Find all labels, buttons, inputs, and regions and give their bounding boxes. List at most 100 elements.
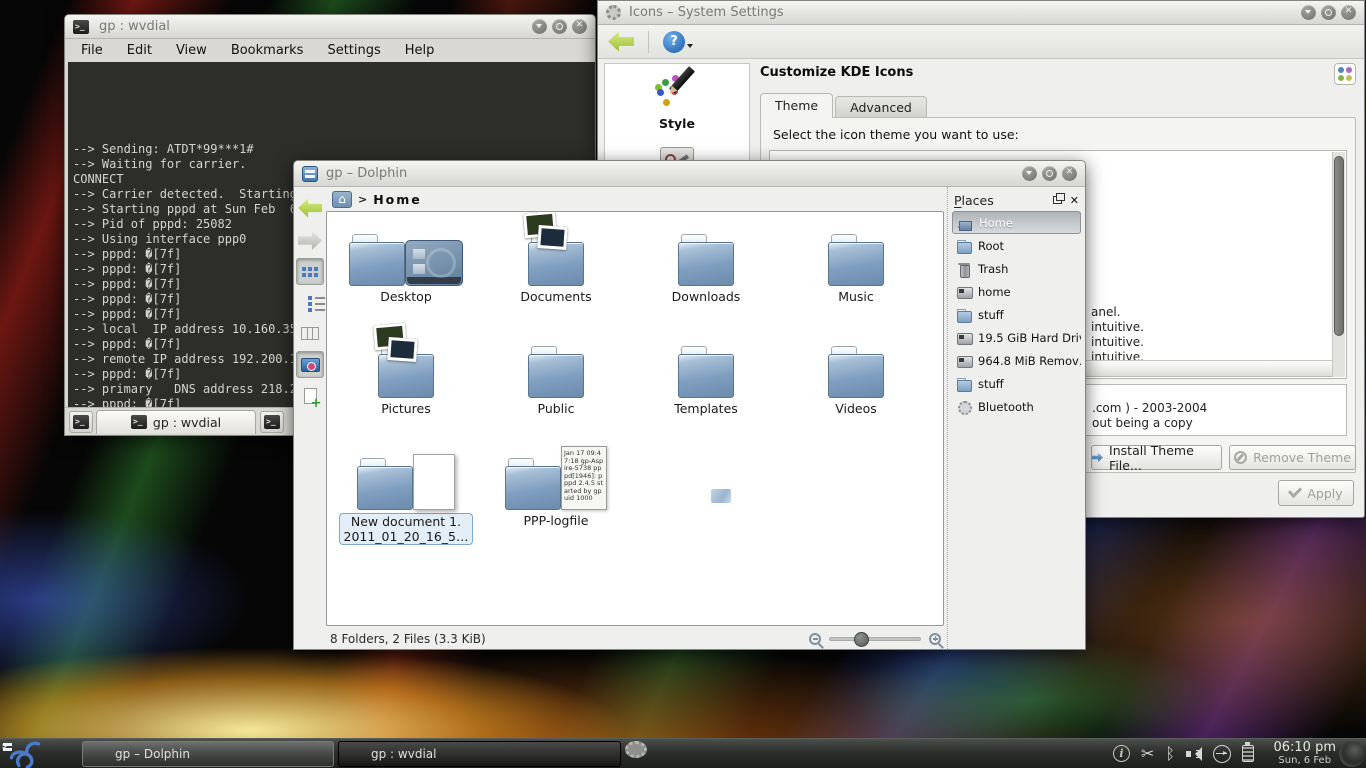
- usb-device-icon[interactable]: [1213, 745, 1231, 763]
- place-icon: [956, 238, 972, 254]
- maximize-button[interactable]: [1321, 5, 1336, 20]
- zoom-slider-handle[interactable]: [854, 632, 869, 647]
- folder-glyph: [828, 242, 884, 286]
- place-icon: [956, 330, 972, 346]
- icons-view-button[interactable]: [296, 258, 324, 285]
- folder-glyph: [357, 466, 413, 510]
- folder-documents[interactable]: Documents: [481, 220, 631, 332]
- file-ppp-logfile[interactable]: Jan 17 09:47:18 gp-Aspire-5738 pppd[1946…: [481, 444, 631, 556]
- settings-titlebar[interactable]: Icons – System Settings: [598, 1, 1364, 25]
- menu-item[interactable]: File: [81, 43, 103, 58]
- close-button[interactable]: [572, 19, 587, 34]
- back-button[interactable]: [608, 32, 634, 52]
- page-title: Customize KDE Icons: [760, 65, 913, 80]
- plasma-cashew-icon[interactable]: [1339, 741, 1365, 767]
- detach-panel-icon[interactable]: [1053, 196, 1062, 204]
- install-theme-button[interactable]: Install Theme File...: [1091, 445, 1222, 470]
- system-tray: i ✂ ᛒ: [1113, 745, 1254, 763]
- toolbar-button-glyph: [308, 296, 312, 300]
- file-icon: [357, 448, 455, 510]
- zoom-in-icon[interactable]: [929, 633, 941, 645]
- tab-list-button[interactable]: >_: [260, 411, 284, 433]
- home-folder-icon[interactable]: ⌂: [332, 191, 352, 208]
- places-item-home-drive[interactable]: home: [952, 280, 1081, 303]
- folder-desktop[interactable]: Desktop: [331, 220, 481, 332]
- place-icon: [957, 215, 973, 231]
- place-label: 964.8 MiB Remov…: [978, 354, 1081, 368]
- menu-item[interactable]: Bookmarks: [231, 43, 304, 58]
- description-line: out being a copy: [1092, 416, 1207, 431]
- task-dolphin[interactable]: gp – Dolphin: [82, 741, 334, 767]
- tab-theme[interactable]: Theme: [760, 93, 833, 118]
- file-icon: [378, 336, 434, 398]
- list-scrollbar[interactable]: [1332, 152, 1345, 377]
- places-item-trash[interactable]: Trash: [952, 257, 1081, 280]
- volume-icon[interactable]: [1186, 747, 1202, 761]
- folder-downloads[interactable]: Downloads: [631, 220, 781, 332]
- overview-icon[interactable]: [1334, 63, 1356, 85]
- menu-item[interactable]: Edit: [127, 43, 152, 58]
- menu-item[interactable]: View: [176, 43, 207, 58]
- dolphin-title: gp – Dolphin: [326, 166, 407, 181]
- close-button[interactable]: [1341, 5, 1356, 20]
- desktop-glyph: [405, 240, 463, 286]
- klipper-scissors-icon[interactable]: ✂: [1141, 745, 1154, 763]
- help-button[interactable]: ?: [663, 31, 685, 53]
- sidebar-item-style[interactable]: Style: [605, 64, 749, 131]
- close-button[interactable]: [1062, 166, 1077, 181]
- zoom-slider[interactable]: [829, 637, 921, 641]
- check-icon: [1288, 484, 1302, 498]
- tab-advanced[interactable]: Advanced: [835, 96, 927, 118]
- konsole-tab[interactable]: >_ gp : wvdial: [96, 410, 256, 434]
- file-new-document[interactable]: New document 1.2011_01_20_16_5…: [331, 444, 481, 556]
- breadcrumb-home[interactable]: Home: [373, 192, 422, 207]
- back-button[interactable]: [296, 193, 324, 223]
- details-view-button[interactable]: [296, 289, 324, 316]
- menu-item[interactable]: Settings: [327, 43, 380, 58]
- clock-widget[interactable]: 06:10 pm Sun, 6 Feb: [1273, 741, 1336, 767]
- file-label: Public: [538, 401, 575, 416]
- folder-view[interactable]: Desktop Documents: [326, 211, 944, 626]
- maximize-button[interactable]: [1042, 166, 1057, 181]
- apply-button[interactable]: Apply: [1278, 480, 1354, 506]
- folder-music[interactable]: Music: [781, 220, 931, 332]
- places-item-home[interactable]: Home: [952, 211, 1081, 234]
- split-view-button[interactable]: [296, 382, 324, 409]
- place-icon: [956, 261, 972, 277]
- bluetooth-icon[interactable]: ᛒ: [1165, 745, 1175, 763]
- forward-button[interactable]: [296, 227, 324, 254]
- place-label: Home: [979, 216, 1013, 230]
- folder-pictures[interactable]: Pictures: [331, 332, 481, 444]
- minimize-button[interactable]: [532, 19, 547, 34]
- minimize-button[interactable]: [1022, 166, 1037, 181]
- info-icon[interactable]: i: [1113, 745, 1130, 762]
- konsole-titlebar[interactable]: >_ gp : wvdial: [65, 15, 595, 39]
- preview-button[interactable]: [296, 351, 324, 378]
- blank-page-glyph: [413, 454, 455, 510]
- places-item-bluetooth[interactable]: Bluetooth: [952, 395, 1081, 418]
- places-item-root[interactable]: Root: [952, 234, 1081, 257]
- new-tab-button[interactable]: >_: [69, 411, 93, 433]
- places-item-removable[interactable]: 964.8 MiB Remov…: [952, 349, 1081, 372]
- places-item-stuff[interactable]: stuff: [952, 303, 1081, 326]
- scrollbar-thumb[interactable]: [1334, 156, 1344, 336]
- zoom-out-icon[interactable]: [809, 633, 821, 645]
- dolphin-icon: [302, 166, 318, 182]
- menu-item[interactable]: Help: [405, 43, 435, 58]
- place-label: Trash: [978, 262, 1008, 276]
- dolphin-titlebar[interactable]: gp – Dolphin: [294, 161, 1085, 187]
- toolbar-button-glyph: [301, 358, 320, 372]
- task-system-settings[interactable]: Icons – System Settings: [625, 741, 647, 758]
- close-panel-icon[interactable]: ✕: [1070, 194, 1079, 207]
- maximize-button[interactable]: [552, 19, 567, 34]
- battery-icon[interactable]: [1242, 745, 1254, 762]
- places-item-stuff-2[interactable]: stuff: [952, 372, 1081, 395]
- task-wvdial[interactable]: gp : wvdial: [338, 741, 621, 767]
- folder-templates[interactable]: Templates: [631, 332, 781, 444]
- places-item-hard-drive[interactable]: 19.5 GiB Hard Drive: [952, 326, 1081, 349]
- remove-theme-button[interactable]: Remove Theme: [1229, 445, 1356, 470]
- folder-public[interactable]: Public: [481, 332, 631, 444]
- columns-view-button[interactable]: [296, 320, 324, 347]
- folder-videos[interactable]: Videos: [781, 332, 931, 444]
- minimize-button[interactable]: [1301, 5, 1316, 20]
